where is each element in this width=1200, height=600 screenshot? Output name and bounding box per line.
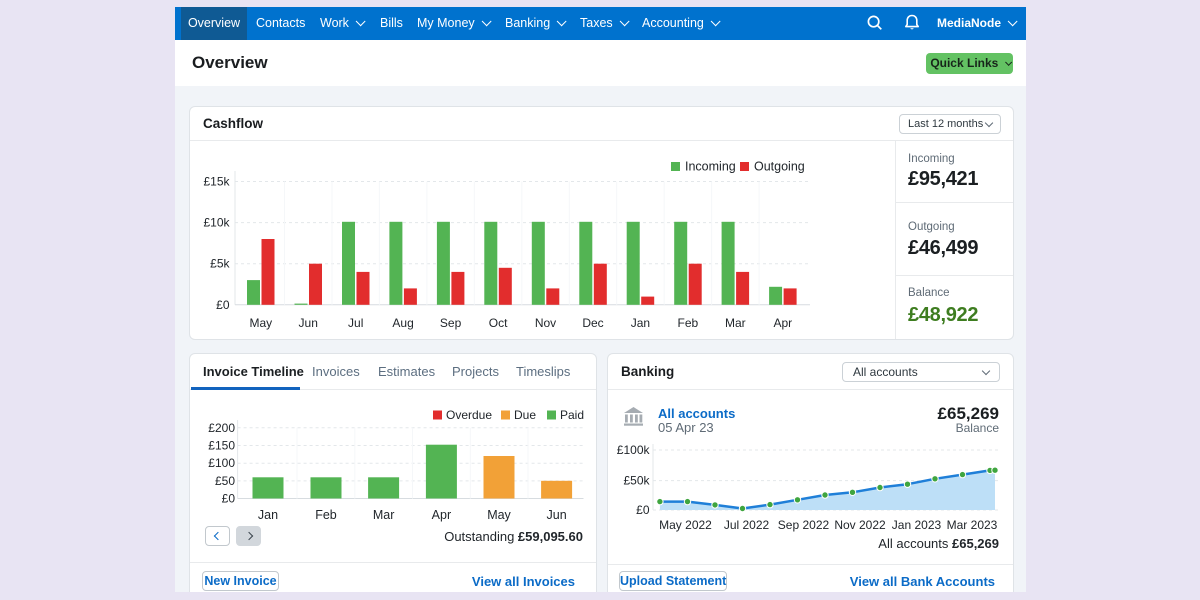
svg-text:£100k: £100k <box>617 443 651 457</box>
svg-text:Feb: Feb <box>678 316 699 330</box>
svg-text:£15k: £15k <box>203 175 230 189</box>
svg-text:£0: £0 <box>636 503 650 517</box>
svg-text:Jan 2023: Jan 2023 <box>892 518 942 532</box>
svg-text:Dec: Dec <box>582 316 603 330</box>
svg-text:Apr: Apr <box>773 316 792 330</box>
svg-text:Nov 2022: Nov 2022 <box>834 518 886 532</box>
svg-text:Outgoing: Outgoing <box>754 160 805 174</box>
svg-text:Paid: Paid <box>560 408 584 422</box>
svg-text:May: May <box>249 316 272 330</box>
svg-text:Jul: Jul <box>348 316 363 330</box>
svg-text:Oct: Oct <box>489 316 508 330</box>
svg-text:Incoming: Incoming <box>685 160 736 174</box>
svg-text:£10k: £10k <box>203 216 230 230</box>
svg-text:Due: Due <box>514 408 536 422</box>
svg-text:£50k: £50k <box>623 474 650 488</box>
svg-text:Mar: Mar <box>725 316 746 330</box>
svg-text:May 2022: May 2022 <box>659 518 712 532</box>
svg-text:Mar 2023: Mar 2023 <box>947 518 998 532</box>
svg-text:Apr: Apr <box>432 508 451 522</box>
svg-text:Mar: Mar <box>373 508 395 522</box>
svg-text:£5k: £5k <box>210 257 230 271</box>
svg-text:Feb: Feb <box>315 508 337 522</box>
svg-text:Jan: Jan <box>631 316 650 330</box>
svg-text:Jan: Jan <box>258 508 278 522</box>
svg-text:Jun: Jun <box>299 316 318 330</box>
svg-text:Jul 2022: Jul 2022 <box>724 518 770 532</box>
svg-text:£50: £50 <box>215 474 235 488</box>
svg-text:May: May <box>487 508 511 522</box>
svg-text:Nov: Nov <box>535 316 556 330</box>
svg-text:Jun: Jun <box>547 508 567 522</box>
svg-text:Sep: Sep <box>440 316 462 330</box>
svg-text:£0: £0 <box>216 298 230 312</box>
svg-text:£0: £0 <box>222 492 236 506</box>
svg-text:Aug: Aug <box>392 316 413 330</box>
svg-text:£150: £150 <box>208 439 235 453</box>
svg-text:Overdue: Overdue <box>446 408 492 422</box>
svg-text:£100: £100 <box>208 456 235 470</box>
svg-text:£200: £200 <box>208 421 235 435</box>
svg-text:Sep 2022: Sep 2022 <box>778 518 830 532</box>
